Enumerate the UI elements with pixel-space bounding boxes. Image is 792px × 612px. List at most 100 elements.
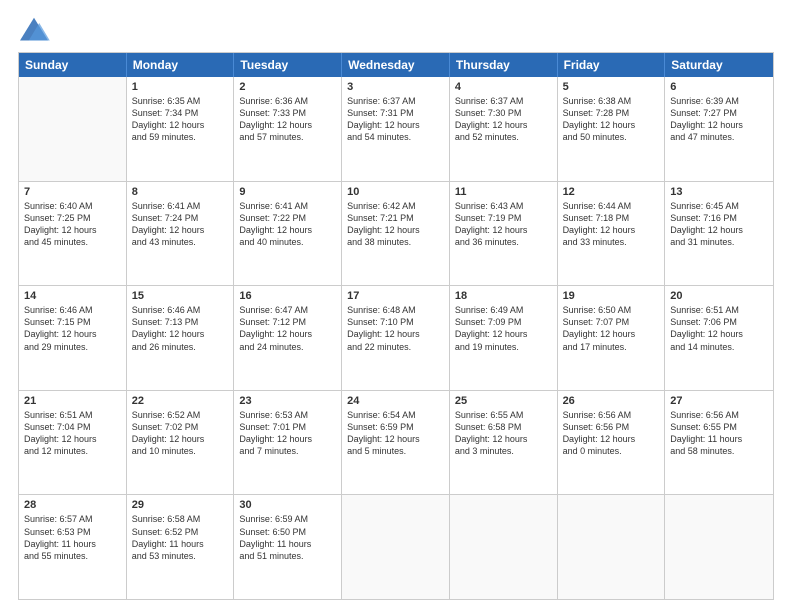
calendar-cell-5-2: 29 Sunrise: 6:58 AMSunset: 6:52 PMDayligh… (127, 495, 235, 599)
cell-info-line: Daylight: 12 hours (24, 224, 121, 236)
cell-info-line: and 26 minutes. (132, 341, 229, 353)
cell-info-line: Sunrise: 6:50 AM (563, 304, 660, 316)
cell-info-line: Sunset: 7:02 PM (132, 421, 229, 433)
cell-info-line: and 10 minutes. (132, 445, 229, 457)
cell-info-line: Sunrise: 6:49 AM (455, 304, 552, 316)
cell-info-line: Sunset: 7:34 PM (132, 107, 229, 119)
day-number: 19 (563, 290, 660, 302)
calendar-cell-3-6: 19Sunrise: 6:50 AMSunset: 7:07 PMDayligh… (558, 286, 666, 390)
calendar-body: 1 Sunrise: 6:35 AMSunset: 7:34 PM Daylight… (19, 77, 773, 599)
cell-info-line: Sunrise: 6:55 AM (455, 409, 552, 421)
cell-info-line: Sunset: 7:19 PM (455, 212, 552, 224)
cell-info-line: Sunrise: 6:56 AM (670, 409, 768, 421)
cell-info-line: and 53 minutes. (132, 550, 229, 562)
calendar-cell-2-7: 13Sunrise: 6:45 AMSunset: 7:16 PMDayligh… (665, 182, 773, 286)
cell-info-line: Sunset: 7:12 PM (239, 316, 336, 328)
cell-info-line: Sunrise: 6:54 AM (347, 409, 444, 421)
header-day-wednesday: Wednesday (342, 53, 450, 77)
cell-info-line: Sunrise: 6:40 AM (24, 200, 121, 212)
cell-info-line: Sunrise: 6:38 AM (563, 95, 660, 107)
calendar-cell-5-6 (558, 495, 666, 599)
cell-info-line: Sunset: 7:09 PM (455, 316, 552, 328)
cell-info-line: Daylight: 12 hours (239, 119, 336, 131)
calendar: SundayMondayTuesdayWednesdayThursdayFrid… (18, 52, 774, 600)
cell-info-line: Daylight: 12 hours (347, 328, 444, 340)
cell-info-line: Sunset: 7:33 PM (239, 107, 336, 119)
cell-info-line: Sunrise: 6:45 AM (670, 200, 768, 212)
cell-info-line: and 12 minutes. (24, 445, 121, 457)
calendar-cell-5-7 (665, 495, 773, 599)
calendar-cell-2-6: 12Sunrise: 6:44 AMSunset: 7:18 PMDayligh… (558, 182, 666, 286)
calendar-cell-4-2: 22Sunrise: 6:52 AMSunset: 7:02 PMDayligh… (127, 391, 235, 495)
day-number: 26 (563, 395, 660, 407)
cell-info-line: Sunrise: 6:56 AM (563, 409, 660, 421)
cell-info-line: Daylight: 12 hours (347, 119, 444, 131)
calendar-cell-1-1 (19, 77, 127, 181)
calendar-week-1: 1 Sunrise: 6:35 AMSunset: 7:34 PM Daylight… (19, 77, 773, 182)
calendar-cell-4-5: 25Sunrise: 6:55 AMSunset: 6:58 PMDayligh… (450, 391, 558, 495)
day-number: 1 (132, 81, 229, 93)
calendar-cell-4-7: 27Sunrise: 6:56 AMSunset: 6:55 PMDayligh… (665, 391, 773, 495)
cell-info-line: Sunrise: 6:48 AM (347, 304, 444, 316)
cell-info-line: Sunset: 7:15 PM (24, 316, 121, 328)
cell-info-line: Sunset: 6:50 PM (239, 526, 336, 538)
cell-info-line: Daylight: 12 hours (455, 224, 552, 236)
calendar-cell-4-4: 24Sunrise: 6:54 AMSunset: 6:59 PMDayligh… (342, 391, 450, 495)
cell-info-line: and 47 minutes. (670, 131, 768, 143)
cell-info-line: and 55 minutes. (24, 550, 121, 562)
cell-info-line: Daylight: 12 hours (563, 433, 660, 445)
cell-info-line: Sunrise: 6:44 AM (563, 200, 660, 212)
cell-info-line: Daylight: 11 hours (239, 538, 336, 550)
cell-info-line: Sunrise: 6:46 AM (132, 304, 229, 316)
cell-info-line: Daylight: 12 hours (132, 433, 229, 445)
day-number: 10 (347, 186, 444, 198)
cell-info-line: Sunrise: 6:41 AM (239, 200, 336, 212)
cell-info-line: and 51 minutes. (239, 550, 336, 562)
cell-info-line: Sunset: 6:52 PM (132, 526, 229, 538)
cell-info-line: Sunset: 7:27 PM (670, 107, 768, 119)
cell-info-line: and 36 minutes. (455, 236, 552, 248)
calendar-cell-1-4: 3Sunrise: 6:37 AMSunset: 7:31 PMDaylight… (342, 77, 450, 181)
calendar-week-4: 21Sunrise: 6:51 AMSunset: 7:04 PMDayligh… (19, 391, 773, 496)
day-number: 7 (24, 186, 121, 198)
day-number: 9 (239, 186, 336, 198)
cell-info-line: and 17 minutes. (563, 341, 660, 353)
cell-info-line: Sunset: 7:22 PM (239, 212, 336, 224)
cell-info-line: Sunset: 7:06 PM (670, 316, 768, 328)
cell-info-line: Sunrise: 6:37 AM (347, 95, 444, 107)
day-number: 29 (132, 499, 229, 511)
calendar-cell-5-5 (450, 495, 558, 599)
day-number: 6 (670, 81, 768, 93)
cell-info-line: and 45 minutes. (24, 236, 121, 248)
cell-info-line: and 38 minutes. (347, 236, 444, 248)
cell-info-line: Daylight: 12 hours (670, 224, 768, 236)
cell-info-line: and 31 minutes. (670, 236, 768, 248)
cell-info-line: Daylight: 12 hours (563, 119, 660, 131)
cell-info-line: and 57 minutes. (239, 131, 336, 143)
calendar-cell-1-2: 1Sunrise: 6:35 AMSunset: 7:34 PMDaylight… (127, 77, 235, 181)
cell-info-line: Daylight: 12 hours (347, 224, 444, 236)
cell-info-line: and 50 minutes. (563, 131, 660, 143)
calendar-cell-4-1: 21Sunrise: 6:51 AMSunset: 7:04 PMDayligh… (19, 391, 127, 495)
cell-info-line: Sunrise: 6:35 AM (132, 95, 229, 107)
cell-info-line: and 5 minutes. (347, 445, 444, 457)
calendar-cell-1-3: 2Sunrise: 6:36 AMSunset: 7:33 PMDaylight… (234, 77, 342, 181)
calendar-cell-4-6: 26Sunrise: 6:56 AMSunset: 6:56 PMDayligh… (558, 391, 666, 495)
day-number: 12 (563, 186, 660, 198)
day-number: 5 (563, 81, 660, 93)
day-number: 4 (455, 81, 552, 93)
cell-info-line: Daylight: 12 hours (239, 328, 336, 340)
day-number: 27 (670, 395, 768, 407)
day-number: 16 (239, 290, 336, 302)
cell-info-line: Daylight: 11 hours (132, 538, 229, 550)
calendar-cell-2-5: 11Sunrise: 6:43 AMSunset: 7:19 PMDayligh… (450, 182, 558, 286)
cell-info-line: Sunrise: 6:58 AM (132, 513, 229, 525)
calendar-week-3: 14 Sunrise: 6:46 AM Sunset: 7:15 PM Dayligh… (19, 286, 773, 391)
day-number: 25 (455, 395, 552, 407)
cell-info-line: Sunset: 7:21 PM (347, 212, 444, 224)
calendar-cell-3-1: 14Sunrise: 6:46 AMSunset: 7:15 PMDayligh… (19, 286, 127, 390)
cell-info-line: Sunrise: 6:51 AM (670, 304, 768, 316)
cell-info-line: Sunrise: 6:47 AM (239, 304, 336, 316)
day-number: 14 (24, 290, 121, 302)
calendar-cell-1-5: 4Sunrise: 6:37 AMSunset: 7:30 PMDaylight… (450, 77, 558, 181)
